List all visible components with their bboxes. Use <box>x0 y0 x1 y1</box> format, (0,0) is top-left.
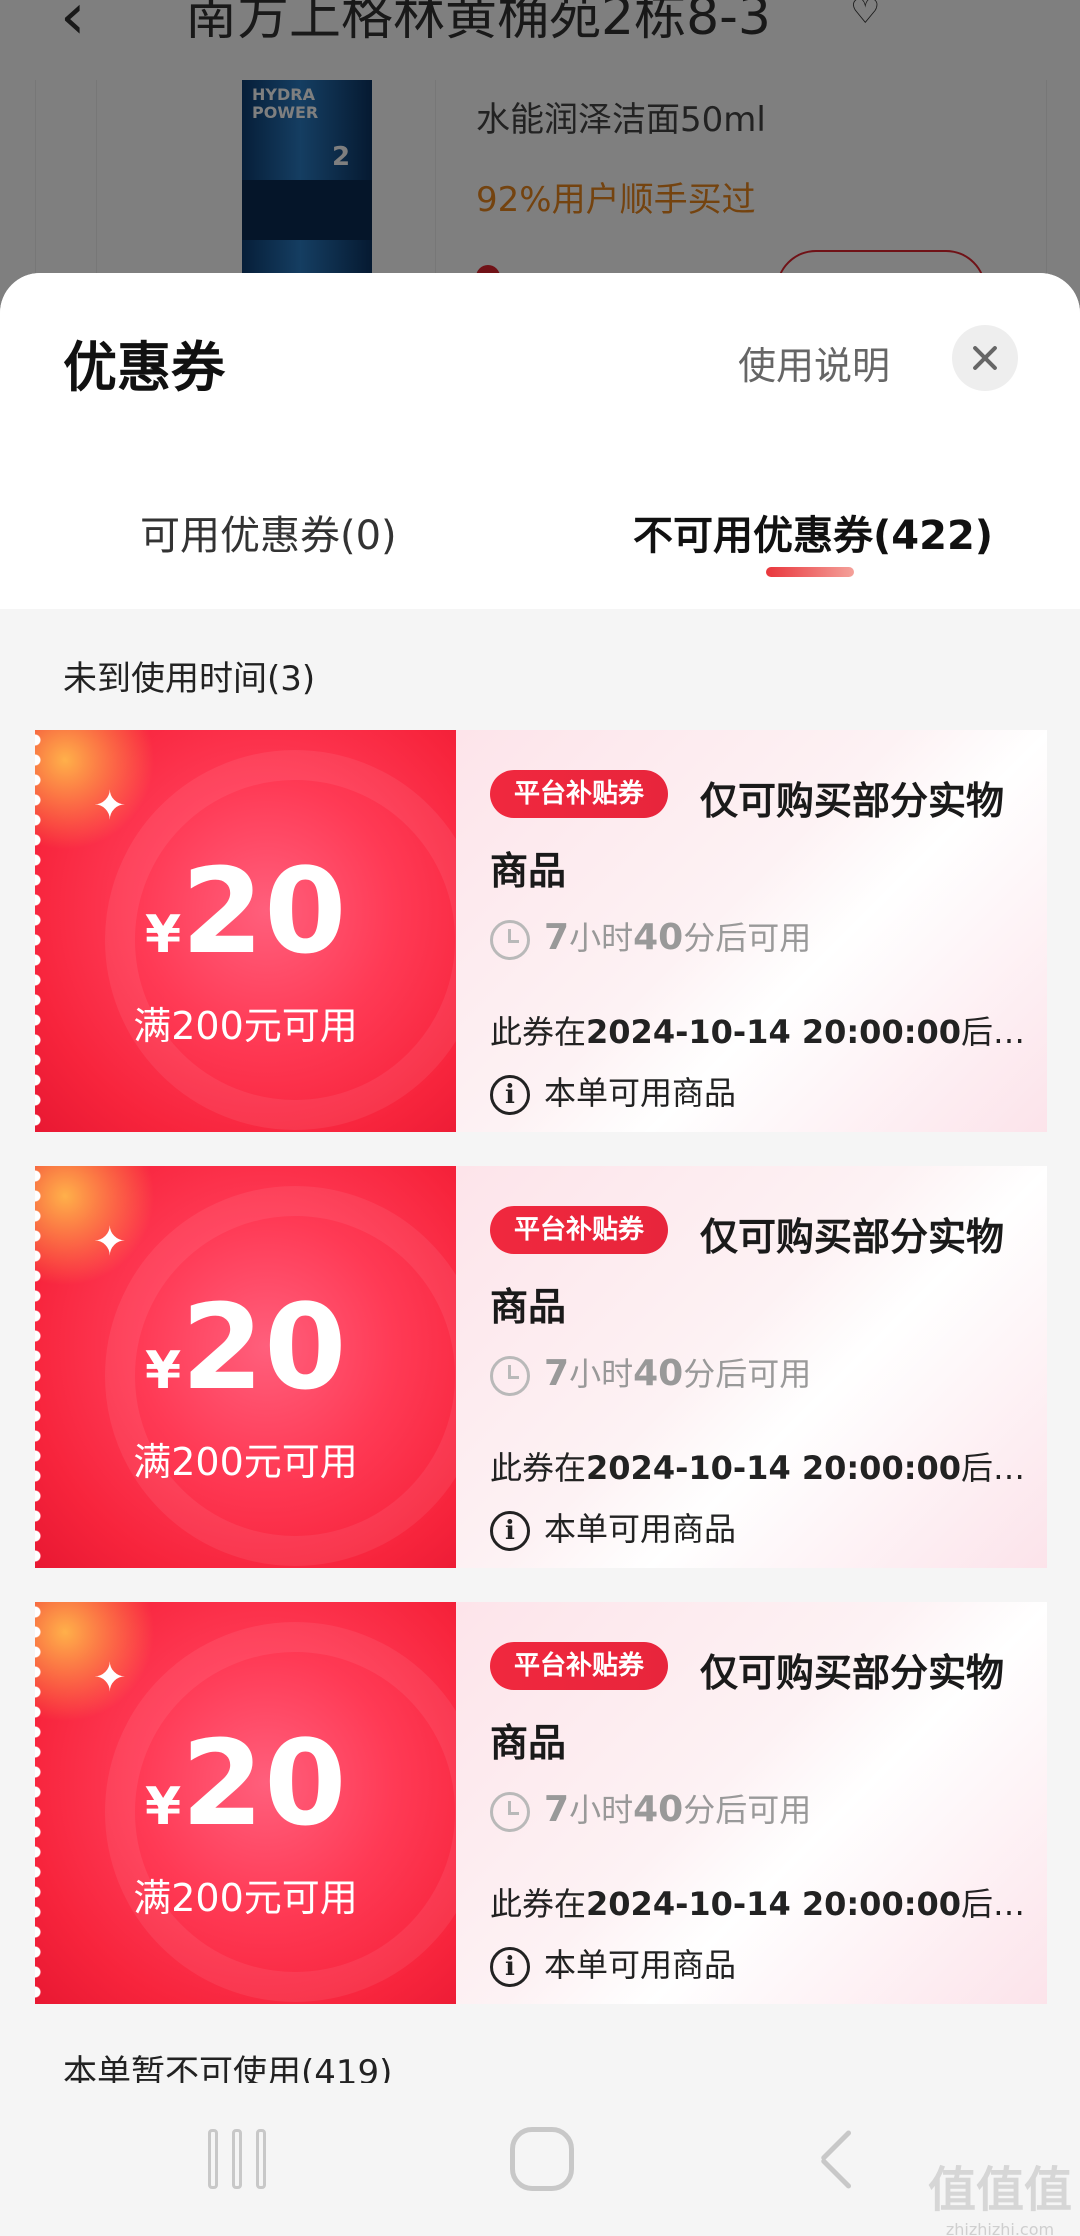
applicable-label: 本单可用商品 <box>544 1946 737 1984</box>
sparkle-icon: ✦ <box>93 1655 127 1701</box>
valid-prefix: 此券在 <box>490 1449 587 1487</box>
section-not-yet-usable: 未到使用时间(3) <box>63 659 316 699</box>
applicable-products-link[interactable]: i 本单可用商品 <box>490 1506 736 1552</box>
countdown-suffix: 分后可用 <box>683 1355 812 1393</box>
active-tab-indicator <box>766 567 854 577</box>
coupon-threshold: 满200元可用 <box>133 1004 358 1048</box>
applicable-label: 本单可用商品 <box>544 1074 737 1112</box>
coupon-countdown: 7小时40分后可用 <box>490 1351 811 1397</box>
currency-symbol: ¥ <box>145 1341 182 1401</box>
valid-suffix: 后可用 <box>961 1885 1035 1923</box>
coupon-detail-panel: 仅可购买部分实物商品 平台补贴券 7小时40分后可用 此券在2024-10-14… <box>456 1166 1047 1568</box>
perforated-edge <box>35 1166 49 1568</box>
countdown-hours-unit: 小时 <box>569 1355 634 1393</box>
currency-symbol: ¥ <box>145 905 182 965</box>
valid-suffix: 后可用 <box>961 1449 1035 1487</box>
info-icon: i <box>490 1075 530 1115</box>
coupon-detail-panel: 仅可购买部分实物商品 平台补贴券 7小时40分后可用 此券在2024-10-14… <box>456 730 1047 1132</box>
coupon-sheet: 优惠券 使用说明 可用优惠券(0) 不可用优惠券(422) 未到使用时间(3) … <box>0 273 1080 2236</box>
coupon-value-panel: ✦ ¥20 满200元可用 <box>35 730 456 1132</box>
applicable-products-link[interactable]: i 本单可用商品 <box>490 1942 736 1988</box>
coupon-countdown: 7小时40分后可用 <box>490 915 811 961</box>
coupon-value: 20 <box>181 1278 348 1416</box>
coupon-threshold: 满200元可用 <box>133 1876 358 1920</box>
countdown-minutes: 40 <box>633 1353 684 1394</box>
coupon-amount: ¥20 <box>145 1714 347 1852</box>
clock-icon <box>490 1356 530 1396</box>
perforated-edge <box>35 1602 49 2004</box>
coupon-card[interactable]: ✦ ¥20 满200元可用 仅可购买部分实物商品 平台补贴券 7小时40分后可用… <box>35 1602 1047 2004</box>
countdown-hours: 7 <box>544 1353 570 1394</box>
back-icon[interactable] <box>822 2131 862 2187</box>
platform-subsidy-badge: 平台补贴券 <box>490 1206 669 1254</box>
countdown-hours-unit: 小时 <box>569 919 634 957</box>
coupon-value: 20 <box>181 1714 348 1852</box>
coupon-valid-from: 此券在2024-10-14 20:00:00后可用 <box>490 1007 1035 1053</box>
system-navigation-bar <box>0 2083 1080 2236</box>
coupon-valid-from: 此券在2024-10-14 20:00:00后可用 <box>490 1443 1035 1489</box>
tab-available-coupons[interactable]: 可用优惠券(0) <box>140 503 397 561</box>
coupon-threshold: 满200元可用 <box>133 1440 358 1484</box>
sheet-header: 优惠券 使用说明 可用优惠券(0) 不可用优惠券(422) <box>0 273 1080 609</box>
coupon-card[interactable]: ✦ ¥20 满200元可用 仅可购买部分实物商品 平台补贴券 7小时40分后可用… <box>35 730 1047 1132</box>
valid-suffix: 后可用 <box>961 1013 1035 1051</box>
info-icon: i <box>490 1947 530 1987</box>
applicable-products-link[interactable]: i 本单可用商品 <box>490 1070 736 1116</box>
modal-overlay[interactable] <box>0 0 1080 320</box>
countdown-minutes: 40 <box>633 917 684 958</box>
valid-date: 2024-10-14 20:00:00 <box>586 1885 962 1923</box>
valid-date: 2024-10-14 20:00:00 <box>586 1013 962 1051</box>
countdown-suffix: 分后可用 <box>683 1791 812 1829</box>
applicable-label: 本单可用商品 <box>544 1510 737 1548</box>
coupon-countdown: 7小时40分后可用 <box>490 1787 811 1833</box>
watermark-logo: 值值值 <box>927 2162 1072 2218</box>
coupon-detail-panel: 仅可购买部分实物商品 平台补贴券 7小时40分后可用 此券在2024-10-14… <box>456 1602 1047 2004</box>
platform-subsidy-badge: 平台补贴券 <box>490 770 669 818</box>
valid-date: 2024-10-14 20:00:00 <box>586 1449 962 1487</box>
clock-icon <box>490 920 530 960</box>
valid-prefix: 此券在 <box>490 1013 587 1051</box>
coupon-card[interactable]: ✦ ¥20 满200元可用 仅可购买部分实物商品 平台补贴券 7小时40分后可用… <box>35 1166 1047 1568</box>
close-icon[interactable] <box>952 325 1018 391</box>
coupon-valid-from: 此券在2024-10-14 20:00:00后可用 <box>490 1879 1035 1925</box>
coupon-value-panel: ✦ ¥20 满200元可用 <box>35 1602 456 2004</box>
home-icon[interactable] <box>510 2127 574 2191</box>
watermark-url: zhizhizhi.com <box>945 2220 1055 2236</box>
countdown-hours: 7 <box>544 917 570 958</box>
tab-unavailable-coupons[interactable]: 不可用优惠券(422) <box>633 503 993 561</box>
coupon-value: 20 <box>181 842 348 980</box>
countdown-hours: 7 <box>544 1789 570 1830</box>
info-icon: i <box>490 1511 530 1551</box>
valid-prefix: 此券在 <box>490 1885 587 1923</box>
sheet-title: 优惠券 <box>63 336 225 399</box>
perforated-edge <box>35 730 49 1132</box>
platform-subsidy-badge: 平台补贴券 <box>490 1642 669 1690</box>
recent-apps-icon[interactable] <box>208 2129 270 2189</box>
countdown-hours-unit: 小时 <box>569 1791 634 1829</box>
coupon-amount: ¥20 <box>145 842 347 980</box>
site-watermark: 值值值 zhizhizhi.com <box>925 2150 1075 2236</box>
coupon-amount: ¥20 <box>145 1278 347 1416</box>
sparkle-icon: ✦ <box>93 783 127 829</box>
clock-icon <box>490 1792 530 1832</box>
sparkle-icon: ✦ <box>93 1219 127 1265</box>
countdown-minutes: 40 <box>633 1789 684 1830</box>
currency-symbol: ¥ <box>145 1777 182 1837</box>
countdown-suffix: 分后可用 <box>683 919 812 957</box>
coupon-value-panel: ✦ ¥20 满200元可用 <box>35 1166 456 1568</box>
usage-instructions-link[interactable]: 使用说明 <box>738 335 890 390</box>
